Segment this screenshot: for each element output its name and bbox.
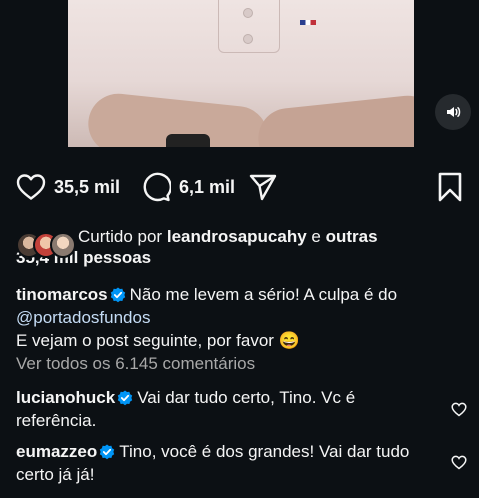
liked-by-count[interactable]: 35,4 mil pessoas bbox=[16, 247, 466, 268]
comment-button[interactable]: 6,1 mil bbox=[141, 170, 235, 204]
save-button[interactable] bbox=[438, 170, 462, 204]
liked-by-conj: e bbox=[311, 227, 321, 246]
comment-username[interactable]: lucianohuck bbox=[16, 388, 115, 407]
action-bar: 35,5 mil 6,1 mil bbox=[0, 170, 479, 204]
comment-text: Tino, você é dos grandes! Vai dar tudo bbox=[119, 442, 410, 461]
comment-username[interactable]: eumazzeo bbox=[16, 442, 97, 461]
share-button[interactable] bbox=[248, 170, 278, 204]
shirt-button bbox=[243, 8, 253, 18]
verified-icon bbox=[110, 287, 125, 303]
caption-username[interactable]: tinomarcos bbox=[16, 285, 108, 304]
comment-icon bbox=[143, 172, 171, 202]
caption-text: Não me levem a sério! A culpa é do bbox=[129, 285, 398, 304]
like-button[interactable]: 35,5 mil bbox=[16, 170, 120, 204]
sound-toggle-button[interactable] bbox=[435, 94, 471, 130]
shirt-logo bbox=[300, 20, 316, 25]
bookmark-icon bbox=[438, 172, 462, 202]
liked-by-prefix: Curtido por bbox=[78, 227, 163, 246]
heart-icon bbox=[16, 174, 46, 200]
liked-by-others[interactable]: outras bbox=[326, 227, 378, 246]
comment-like-icon[interactable] bbox=[451, 455, 467, 470]
liked-by-user[interactable]: leandrosapucahy bbox=[167, 227, 307, 246]
comment-text-2: referência. bbox=[16, 411, 97, 430]
likes-count[interactable]: 35,5 mil bbox=[54, 177, 120, 198]
comment-item: eumazzeo Tino, você é dos grandes! Vai da… bbox=[16, 440, 446, 486]
avatar bbox=[50, 232, 76, 258]
caption-text-2: E vejam o post seguinte, por favor 😄 bbox=[16, 331, 300, 350]
sound-icon bbox=[447, 107, 461, 117]
arm bbox=[255, 92, 414, 147]
liked-by-avatars[interactable] bbox=[16, 232, 76, 258]
shirt-button bbox=[243, 34, 253, 44]
liked-by[interactable]: Curtido por leandrosapucahy e outras 35,… bbox=[16, 226, 466, 268]
liked-by-text: Curtido por leandrosapucahy e outras bbox=[78, 226, 466, 247]
video-frame bbox=[68, 0, 414, 147]
caption-mention[interactable]: @portadosfundos bbox=[16, 308, 150, 327]
share-icon bbox=[249, 174, 277, 201]
verified-icon bbox=[100, 444, 115, 460]
comment-text-2: certo já já! bbox=[16, 465, 95, 484]
view-all-comments[interactable]: Ver todos os 6.145 comentários bbox=[16, 352, 466, 375]
comment-text: Vai dar tudo certo, Tino. Vc é bbox=[137, 388, 356, 407]
watch bbox=[166, 134, 210, 147]
comment-item: lucianohuck Vai dar tudo certo, Tino. Vc … bbox=[16, 386, 446, 432]
post-caption: tinomarcos Não me levem a sério! A culpa … bbox=[16, 283, 466, 375]
verified-icon bbox=[117, 390, 133, 406]
post-video[interactable] bbox=[0, 0, 479, 147]
comment-like-icon[interactable] bbox=[451, 402, 467, 417]
comments-count[interactable]: 6,1 mil bbox=[179, 177, 235, 198]
